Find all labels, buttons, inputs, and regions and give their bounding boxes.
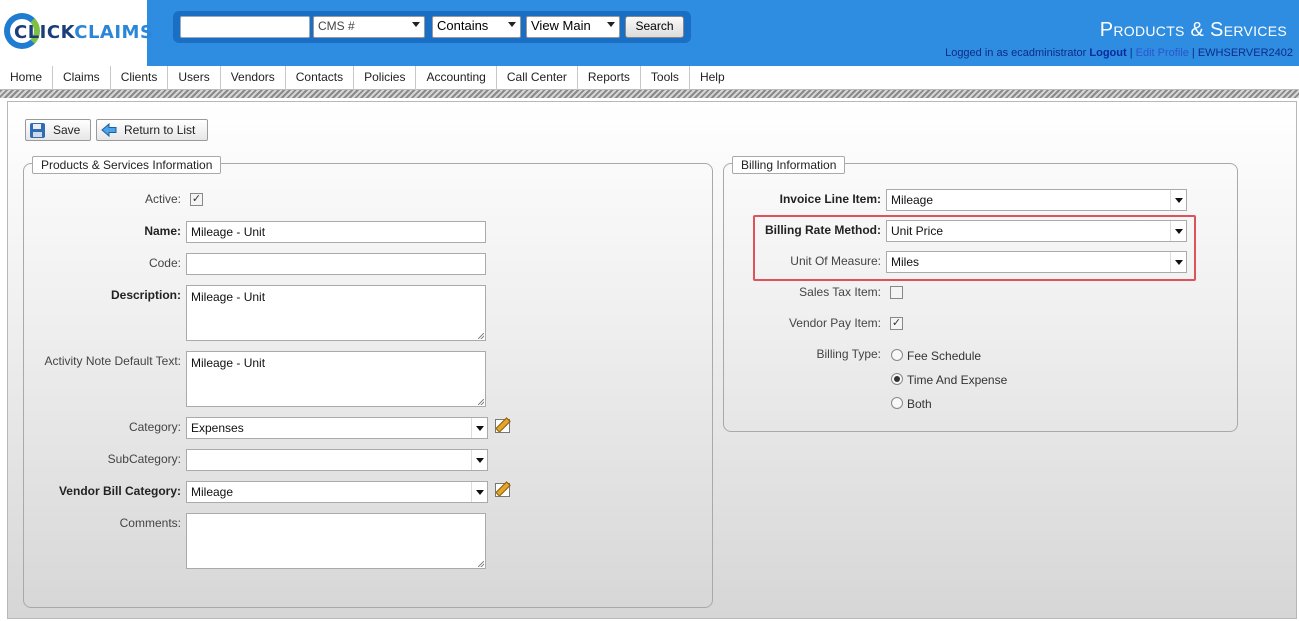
return-to-list-button[interactable]: Return to List (96, 119, 208, 141)
description-textarea[interactable]: Mileage - Unit (186, 285, 486, 341)
category-label: Category: (128, 420, 181, 434)
chevron-down-icon (607, 22, 615, 27)
search-operator-select[interactable]: Contains (432, 16, 521, 38)
active-checkbox[interactable]: ✓ (190, 193, 203, 206)
invoice-line-item-select[interactable]: Mileage (886, 189, 1187, 211)
nav-divider-stripe (0, 90, 1299, 98)
highlight-annotation-box (753, 215, 1196, 281)
fee-schedule-label: Fee Schedule (907, 349, 982, 363)
sales-tax-item-label: Sales Tax Item: (799, 285, 881, 299)
invoice-line-item-label: Invoice Line Item: (779, 192, 881, 206)
login-status: Logged in as ecadministrator Logout | Ed… (945, 47, 1293, 59)
vendor-bill-category-label: Vendor Bill Category: (58, 484, 181, 498)
app-header: CLICKCLAIMS CMS # Contains View Main Sea… (0, 0, 1299, 66)
time-and-expense-label: Time And Expense (907, 373, 1008, 387)
chevron-down-icon (471, 450, 487, 470)
search-view-select[interactable]: View Main (526, 16, 620, 38)
comments-label: Comments: (119, 516, 181, 530)
nav-contacts[interactable]: Contacts (286, 66, 355, 90)
separator: | (1129, 47, 1133, 59)
save-button[interactable]: Save (25, 119, 91, 141)
clickclaims-logo[interactable]: CLICKCLAIMS (0, 0, 153, 66)
chevron-down-icon (471, 418, 487, 438)
edit-vendor-bill-category-icon[interactable] (495, 483, 510, 497)
search-field-select[interactable]: CMS # (313, 16, 425, 38)
nav-clients[interactable]: Clients (111, 66, 169, 90)
chevron-down-icon (1170, 190, 1186, 210)
billing-type-both-radio[interactable] (891, 397, 903, 409)
nav-tools[interactable]: Tools (641, 66, 690, 90)
description-label: Description: (110, 288, 181, 302)
subcategory-label: SubCategory: (107, 452, 181, 466)
nav-help[interactable]: Help (690, 66, 735, 90)
category-select[interactable]: Expenses (186, 417, 488, 439)
vendor-bill-category-select[interactable]: Mileage (186, 481, 488, 503)
activity-note-textarea[interactable]: Mileage - Unit (186, 351, 486, 407)
edit-profile-link[interactable]: Edit Profile (1136, 47, 1189, 59)
logout-link[interactable]: Logout (1089, 47, 1126, 59)
edit-category-icon[interactable] (495, 419, 510, 433)
nav-accounting[interactable]: Accounting (416, 66, 497, 90)
nav-users[interactable]: Users (168, 66, 221, 90)
nav-home[interactable]: Home (0, 66, 54, 90)
logo-text: CLICKCLAIMS (14, 22, 154, 43)
chevron-down-icon (471, 482, 487, 502)
billing-info-legend: Billing Information (732, 156, 846, 174)
main-nav: Home Claims Clients Users Vendors Contac… (0, 66, 1299, 90)
code-input[interactable] (186, 253, 486, 275)
code-label: Code: (148, 256, 181, 270)
floppy-disk-icon (30, 123, 45, 138)
products-info-legend: Products & Services Information (32, 156, 222, 174)
name-label: Name: (144, 224, 181, 238)
separator: | (1191, 47, 1195, 59)
sales-tax-item-checkbox[interactable] (890, 286, 903, 299)
arrow-left-icon (101, 123, 117, 137)
vendor-pay-item-checkbox[interactable]: ✓ (890, 317, 903, 330)
active-label: Active: (144, 192, 181, 206)
nav-reports[interactable]: Reports (578, 66, 641, 90)
search-button[interactable]: Search (625, 16, 684, 38)
subcategory-select[interactable] (186, 449, 488, 471)
page-title: Products & Services (1099, 19, 1287, 41)
chevron-down-icon (508, 22, 516, 27)
both-label: Both (907, 397, 932, 411)
logged-in-text: Logged in as ecadministrator (945, 47, 1087, 59)
nav-vendors[interactable]: Vendors (221, 66, 286, 90)
activity-note-label: Activity Note Default Text: (44, 354, 182, 368)
billing-type-label: Billing Type: (816, 347, 881, 361)
nav-call-center[interactable]: Call Center (497, 66, 578, 90)
billing-type-fee-schedule-radio[interactable] (891, 349, 903, 361)
nav-policies[interactable]: Policies (354, 66, 417, 90)
quick-search-input[interactable] (180, 16, 310, 38)
name-input[interactable]: Mileage - Unit (186, 221, 486, 243)
billing-type-time-and-expense-radio[interactable] (891, 373, 903, 385)
comments-textarea[interactable] (186, 513, 486, 569)
vendor-pay-item-label: Vendor Pay Item: (788, 316, 881, 330)
server-name: EWHSERVER2402 (1197, 47, 1293, 59)
chevron-down-icon (412, 22, 420, 27)
nav-claims[interactable]: Claims (53, 66, 111, 90)
